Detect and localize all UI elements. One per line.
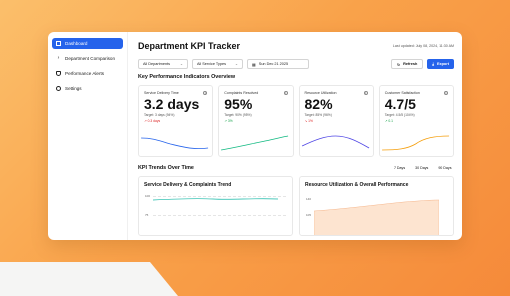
- background-shape: [0, 262, 178, 296]
- kpi-value: 82%: [304, 96, 333, 112]
- main-content: Department KPI Tracker Last updated: Jul…: [128, 32, 462, 240]
- kpi-target: Target: 3 days (94%): [144, 113, 175, 117]
- sidebar-item-label: Settings: [65, 86, 82, 91]
- kpi-label: Service Delivery Time: [144, 91, 179, 95]
- tab-90-days[interactable]: 90 Days: [436, 164, 454, 171]
- last-updated-text: Last updated: July 08, 2024, 11:30 AM: [392, 44, 454, 48]
- info-icon[interactable]: i: [363, 91, 368, 95]
- kpi-cards: Service Delivery Time i 3.2 days Target:…: [138, 85, 454, 157]
- info-icon[interactable]: i: [203, 91, 208, 95]
- chart-title: Service Delivery & Complaints Trend: [144, 182, 232, 188]
- chevron-down-icon: ⌄: [234, 62, 238, 66]
- kpi-change: ↘ 1%: [304, 119, 313, 123]
- sidebar-item-department-comparison[interactable]: › Department Comparison: [52, 53, 123, 64]
- export-button-label: Export: [436, 62, 449, 66]
- page-title: Department KPI Tracker: [138, 41, 241, 51]
- service-type-select-value: All Service Types: [197, 62, 227, 66]
- info-icon[interactable]: i: [444, 91, 448, 95]
- grid-icon: [56, 41, 61, 46]
- tab-30-days[interactable]: 30 Days: [413, 164, 431, 171]
- kpi-label: Resource Utilization: [304, 91, 337, 95]
- download-icon: ⤓: [432, 62, 434, 66]
- sidebar: Dashboard › Department Comparison Perfor…: [48, 32, 128, 240]
- chevron-down-icon: ⌄: [179, 62, 183, 66]
- sidebar-item-label: Department Comparison: [65, 56, 116, 61]
- page-header: Department KPI Tracker Last updated: Jul…: [138, 38, 454, 54]
- department-select-value: All Departments: [143, 62, 171, 66]
- chevron-right-icon: ›: [57, 55, 60, 61]
- app-window: Dashboard › Department Comparison Perfor…: [48, 32, 462, 240]
- area-chart: [314, 199, 439, 235]
- kpi-value: 95%: [224, 96, 253, 112]
- refresh-button-label: Refresh: [403, 62, 418, 66]
- kpi-target: Target: 4.5/5 (104%): [384, 113, 415, 117]
- kpi-card: Resource Utilization i 82% Target: 85% (…: [298, 85, 374, 157]
- kpi-label: Customer Satisfaction: [384, 91, 420, 95]
- service-delivery-chart: Service Delivery & Complaints Trend 100 …: [138, 176, 293, 236]
- trends-title: KPI Trends Over Time: [138, 164, 194, 171]
- y-tick-label: 105: [306, 213, 312, 217]
- sidebar-item-settings[interactable]: Settings: [52, 83, 123, 94]
- trend-line: [153, 198, 278, 201]
- sidebar-item-label: Performance Alerts: [65, 71, 105, 76]
- resource-utilization-chart: Resource Utilization & Overall Performan…: [299, 176, 454, 236]
- kpi-section-title: Key Performance Indicators Overview: [138, 74, 236, 80]
- kpi-target: Target: 85% (96%): [304, 113, 332, 117]
- service-type-select[interactable]: All Service Types ⌄: [192, 59, 243, 69]
- date-picker-value: Sun Dec 21 2025: [258, 62, 289, 66]
- kpi-value: 3.2 days: [144, 96, 200, 112]
- refresh-button[interactable]: ↻ Refresh: [390, 59, 424, 69]
- export-button[interactable]: ⤓ Export: [427, 59, 454, 69]
- refresh-icon: ↻: [396, 62, 401, 67]
- trend-charts: Service Delivery & Complaints Trend 100 …: [138, 176, 454, 236]
- kpi-card: Service Delivery Time i 3.2 days Target:…: [138, 85, 214, 157]
- kpi-change: ↗ 3%: [224, 119, 233, 123]
- chart-title: Resource Utilization & Overall Performan…: [305, 182, 409, 188]
- filter-bar: All Departments ⌄ All Service Types ⌄ ▦ …: [138, 59, 454, 69]
- gear-icon: [56, 86, 61, 91]
- trends-header: KPI Trends Over Time 7 Days 30 Days 90 D…: [138, 164, 454, 171]
- kpi-label: Complaints Resolved: [224, 91, 259, 95]
- kpi-card: Complaints Resolved i 95% Target: 90% (9…: [218, 85, 294, 157]
- kpi-change: ↗ 0.3 days: [144, 119, 161, 123]
- calendar-icon: ▦: [252, 61, 256, 67]
- y-tick-label: 140: [306, 197, 312, 201]
- shield-icon: [56, 71, 61, 76]
- sidebar-item-label: Dashboard: [65, 41, 88, 46]
- kpi-value: 4.7/5: [384, 96, 416, 112]
- gridline: [153, 215, 286, 216]
- sparkline-chart: [301, 135, 369, 149]
- tab-7-days[interactable]: 7 Days: [391, 164, 407, 171]
- department-select[interactable]: All Departments ⌄: [138, 59, 188, 69]
- y-tick-label: 100: [145, 194, 151, 198]
- sidebar-item-performance-alerts[interactable]: Performance Alerts: [52, 68, 123, 79]
- info-icon[interactable]: i: [283, 91, 288, 95]
- sparkline-chart: [381, 135, 449, 151]
- kpi-card: Customer Satisfaction i 4.7/5 Target: 4.…: [378, 85, 454, 157]
- y-tick-label: 75: [145, 213, 149, 217]
- kpi-change: ↗ 0.1: [384, 119, 394, 123]
- trend-range-tabs: 7 Days 30 Days 90 Days: [391, 164, 454, 171]
- sparkline-chart: [221, 135, 289, 151]
- kpi-target: Target: 90% (95%): [224, 113, 252, 117]
- date-picker[interactable]: ▦ Sun Dec 21 2025: [247, 59, 309, 69]
- sparkline-chart: [141, 137, 209, 150]
- sidebar-item-dashboard[interactable]: Dashboard: [52, 38, 123, 49]
